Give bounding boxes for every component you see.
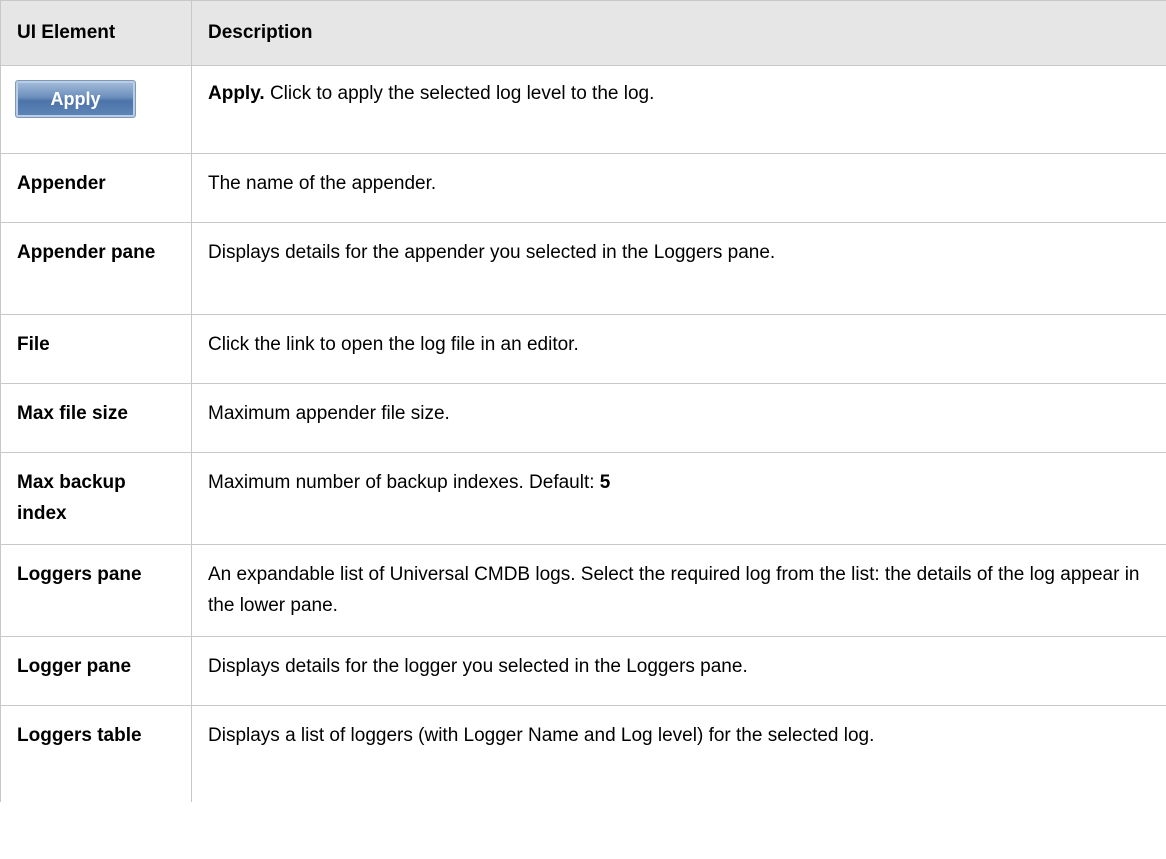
ui-element-cell: Appender pane <box>0 222 192 315</box>
description-cell: Apply. Click to apply the selected log l… <box>191 65 1166 154</box>
table-row: Appender pane Displays details for the a… <box>0 222 1166 315</box>
ui-element-cell: Loggers table <box>0 705 192 802</box>
description-cell: Maximum appender file size. <box>191 383 1166 453</box>
table-row: Loggers pane An expandable list of Unive… <box>0 544 1166 637</box>
description-cell: Maximum number of backup indexes. Defaul… <box>191 452 1166 545</box>
description-text: Click to apply the selected log level to… <box>269 83 655 104</box>
ui-element-cell: Apply <box>0 65 192 154</box>
table-row: Max backup index Maximum number of backu… <box>0 452 1166 545</box>
description-cell: An expandable list of Universal CMDB log… <box>191 544 1166 637</box>
description-text: Maximum number of backup indexes. Defaul… <box>208 472 595 493</box>
apply-button[interactable]: Apply <box>15 80 136 118</box>
table-header-row: UI Element Description <box>0 0 1166 66</box>
table-row: Max file size Maximum appender file size… <box>0 383 1166 453</box>
ui-element-cell: Logger pane <box>0 636 192 706</box>
table-row: Apply Apply. Click to apply the selected… <box>0 65 1166 154</box>
table-row: File Click the link to open the log file… <box>0 314 1166 384</box>
ui-element-cell: Max backup index <box>0 452 192 545</box>
ui-element-cell: Max file size <box>0 383 192 453</box>
table-row: Loggers table Displays a list of loggers… <box>0 705 1166 802</box>
table-row: Appender The name of the appender. <box>0 153 1166 223</box>
table-row: Logger pane Displays details for the log… <box>0 636 1166 706</box>
description-cell: Displays a list of loggers (with Logger … <box>208 725 875 746</box>
description-cell: Displays details for the appender you se… <box>191 222 1166 315</box>
description-lead: Apply. <box>208 83 265 104</box>
ui-element-cell: Loggers pane <box>0 544 192 637</box>
ui-element-cell: File <box>0 314 192 384</box>
header-ui-element: UI Element <box>0 0 192 66</box>
default-value: 5 <box>599 472 611 493</box>
description-cell: Click the link to open the log file in a… <box>191 314 1166 384</box>
description-cell: Displays details for the logger you sele… <box>191 636 1166 706</box>
description-cell: The name of the appender. <box>191 153 1166 223</box>
ui-element-cell: Appender <box>0 153 192 223</box>
header-description: Description <box>191 0 1166 66</box>
ui-elements-table: UI Element Description Apply Apply. Clic… <box>0 0 1166 802</box>
